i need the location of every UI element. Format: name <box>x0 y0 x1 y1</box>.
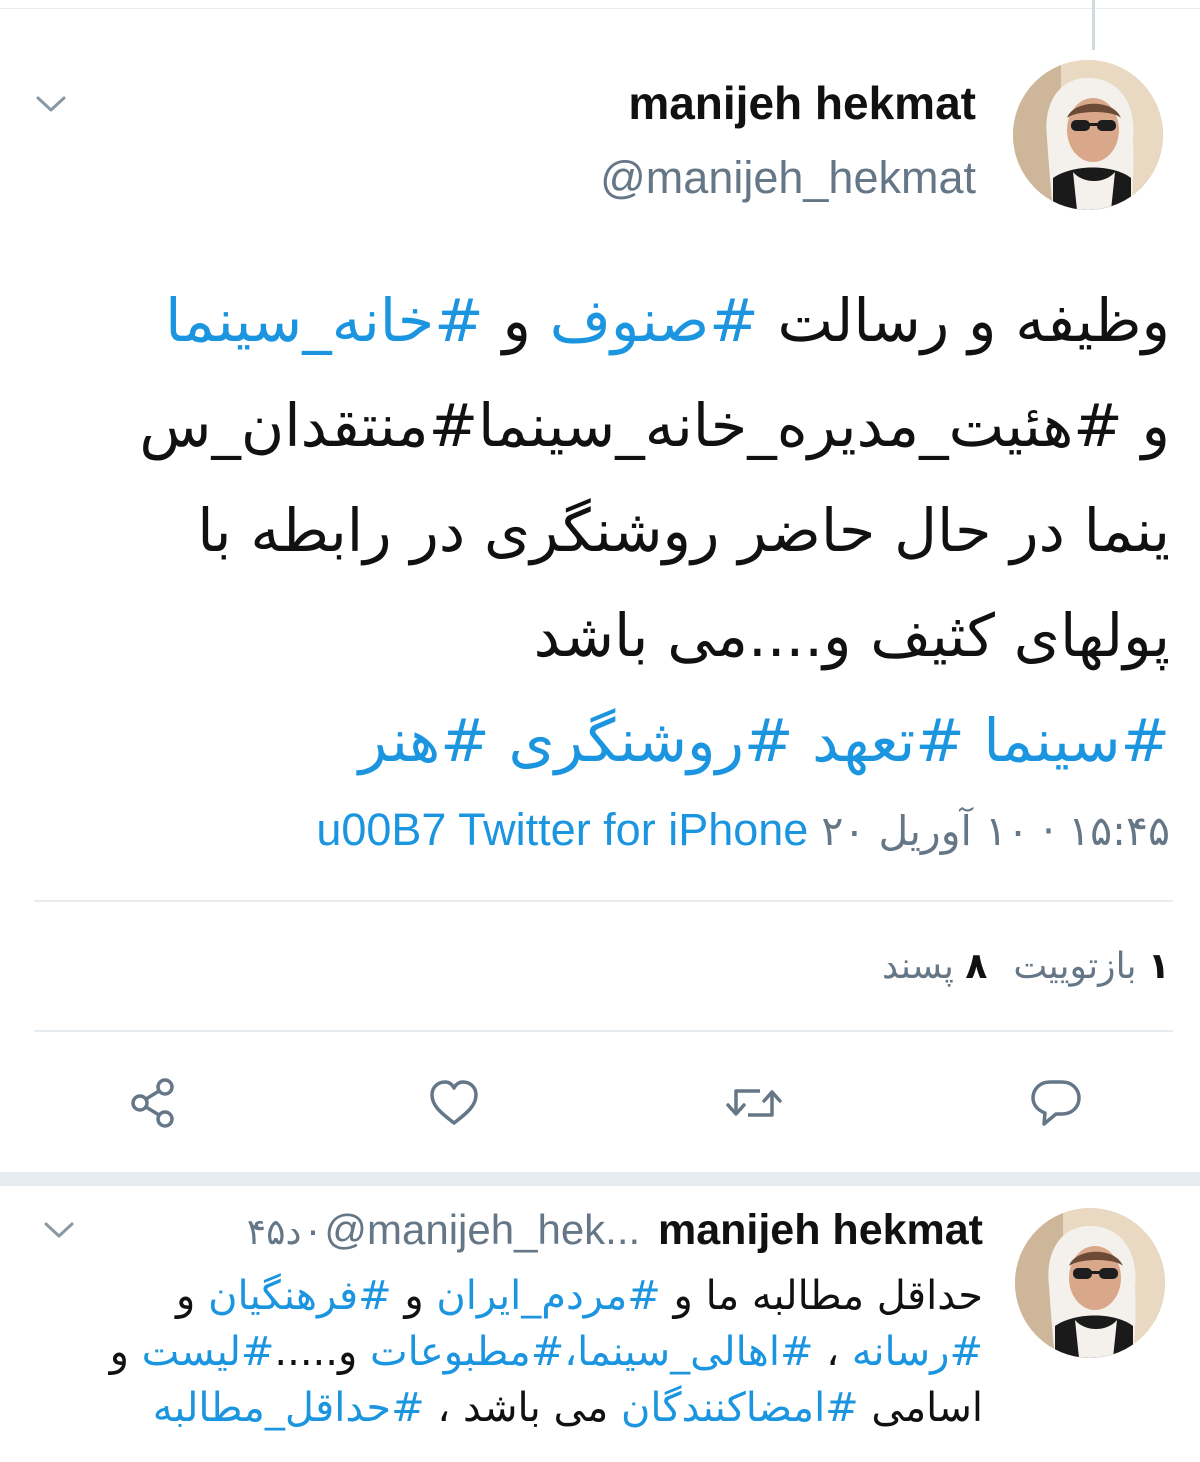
divider <box>34 1030 1173 1032</box>
reply-separator: · <box>305 1206 320 1253</box>
text-line: ینما در حال حاضر روشنگری در رابطه با <box>20 478 1170 583</box>
likes-stat[interactable]: ۸ پسند <box>882 946 987 987</box>
retweet-button[interactable] <box>722 1072 786 1134</box>
hashtag-link[interactable]: #صنوف <box>550 286 759 355</box>
tweet-source-link[interactable]: u00B7 Twitter for iPhone <box>316 804 808 855</box>
divider <box>34 900 1173 902</box>
profile-photo-icon <box>1013 60 1163 210</box>
tweet-body: وظیفه و رسالت #صنوف و #خانه_سینما و #هئیت… <box>20 268 1170 793</box>
retweet-icon <box>726 1089 782 1117</box>
text-line: حداقل مطالبه ما و #مردم_ایران و #فرهنگیا… <box>23 1268 983 1324</box>
text-line: وظیفه و رسالت #صنوف و #خانه_سینما <box>20 268 1170 373</box>
heart-icon <box>430 1080 478 1125</box>
tweet-separator <box>0 1172 1200 1186</box>
author-handle[interactable]: @manijeh_hekmat <box>600 152 976 204</box>
chevron-down-icon[interactable] <box>40 1218 78 1246</box>
likes-count: ۸ <box>965 946 988 987</box>
reply-time[interactable]: ۴۵د <box>247 1212 302 1253</box>
text-segment: و <box>483 286 550 355</box>
comment-icon <box>1031 1080 1081 1126</box>
hashtag-link[interactable]: #لیست <box>142 1329 275 1375</box>
text-segment: می باشد ، <box>424 1385 621 1431</box>
action-bar <box>0 1072 1200 1134</box>
share-icon <box>131 1078 174 1128</box>
text-segment: و <box>176 1273 209 1319</box>
text-segment: و <box>391 1273 437 1319</box>
text-line: اسامی #امضاکنندگان می باشد ، #حداقل_مطال… <box>23 1380 983 1436</box>
author-name[interactable]: manijeh hekmat <box>628 76 976 130</box>
hashtag-link[interactable]: #حداقل_مطالبه <box>153 1385 425 1431</box>
tweet-timestamp[interactable]: ۱۵:۴۵ · ۱۰ آوریل ۲۰ <box>821 807 1170 855</box>
text-segment: وظیفه و رسالت <box>758 286 1170 355</box>
reply-author-name[interactable]: manijeh hekmat <box>658 1206 983 1254</box>
profile-photo-icon <box>1015 1208 1165 1358</box>
chevron-down-icon[interactable] <box>32 92 70 120</box>
text-line: #رسانه ، #اهالی_سینما،#مطبوعات و.....#لی… <box>23 1324 983 1380</box>
reply-tweet-body: حداقل مطالبه ما و #مردم_ایران و #فرهنگیا… <box>23 1268 983 1436</box>
reply-header: ۴۵د · @manijeh_hek... manijeh hekmat <box>247 1206 983 1255</box>
likes-label: پسند <box>881 946 954 987</box>
text-segment: و #هئیت_مدیره_خانه_سینما#منتقدان_س <box>139 391 1170 460</box>
reply-author-handle[interactable]: @manijeh_hek... <box>324 1206 640 1253</box>
source-code: u00B7 <box>316 804 447 855</box>
hashtag-link[interactable]: #فرهنگیان <box>208 1273 392 1319</box>
like-button[interactable] <box>422 1072 486 1134</box>
text-segment: حداقل مطالبه ما و <box>660 1273 983 1319</box>
text-segment: پولهای کثیف و....می باشد <box>533 601 1170 670</box>
avatar[interactable] <box>1013 60 1163 210</box>
reply-button[interactable] <box>1024 1072 1088 1134</box>
engagement-stats: ۱ بازتوییت ۸ پسند <box>882 946 1170 987</box>
hashtags-line[interactable]: #سینما #تعهد #روشنگری #هنر <box>20 688 1170 793</box>
text-segment: و <box>109 1329 142 1375</box>
source-label: Twitter for iPhone <box>458 804 809 855</box>
hashtag-link[interactable]: #خانه_سینما <box>165 286 484 355</box>
hashtag-link[interactable]: #امضاکنندگان <box>621 1385 859 1431</box>
text-line: پولهای کثیف و....می باشد <box>20 583 1170 688</box>
text-segment: و..... <box>274 1329 371 1375</box>
text-segment: اسامی <box>858 1385 983 1431</box>
retweets-count: ۱ <box>1148 946 1170 987</box>
share-button[interactable] <box>122 1072 186 1134</box>
main-tweet: manijeh hekmat @manijeh_hekmat وظیفه و ر… <box>0 0 1200 1175</box>
avatar[interactable] <box>1015 1208 1165 1358</box>
hashtag-link[interactable]: #مردم_ایران <box>436 1273 660 1319</box>
text-segment: ، <box>813 1329 852 1375</box>
retweets-label: بازتوییت <box>1013 946 1137 987</box>
retweets-stat[interactable]: ۱ بازتوییت <box>1013 946 1170 987</box>
hashtag-link[interactable]: #اهالی_سینما،#مطبوعات <box>370 1329 814 1375</box>
hashtag-link[interactable]: #رسانه <box>852 1329 983 1375</box>
text-line: و #هئیت_مدیره_خانه_سینما#منتقدان_س <box>20 373 1170 478</box>
text-segment: ینما در حال حاضر روشنگری در رابطه با <box>197 496 1170 565</box>
tweet-meta: ۱۵:۴۵ · ۱۰ آوریل ۲۰ u00B7 Twitter for iP… <box>316 804 1170 856</box>
